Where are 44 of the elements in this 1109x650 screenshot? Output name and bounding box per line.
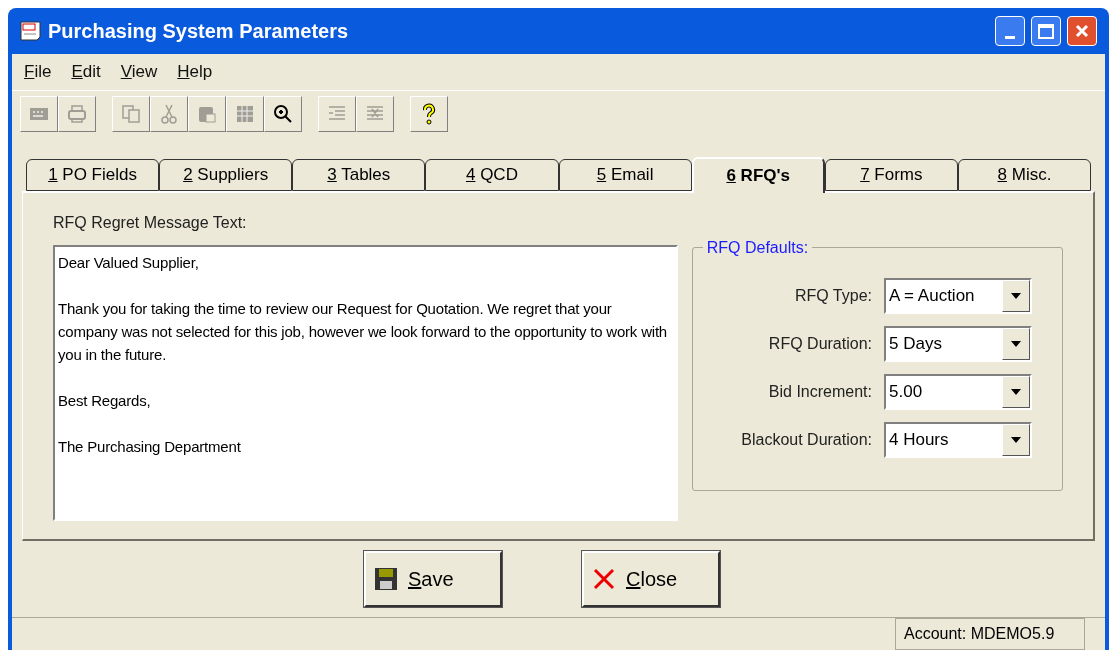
field-label: RFQ Regret Message Text:	[53, 213, 248, 233]
toolbar-button[interactable]	[264, 96, 302, 132]
copy-icon	[119, 102, 143, 126]
tab[interactable]: 1 PO Fields	[26, 159, 160, 191]
tab[interactable]: 3 Tables	[292, 159, 426, 191]
app-icon	[20, 21, 42, 41]
dropdown-arrow-icon	[1011, 437, 1021, 443]
message-paragraph: Best Regards,	[58, 391, 152, 411]
field-label: Blackout Duration:	[741, 430, 872, 450]
dropdown-arrow-icon	[1011, 293, 1021, 299]
menu-item[interactable]: File	[24, 59, 52, 85]
message-paragraph: Thank you for taking the time to review our Request for Quotation. We regret that your company was not selected for this job, however we look forward to the opportunity to work with you in the future.	[58, 299, 668, 365]
dropdown[interactable]: 5 Days	[884, 326, 1032, 362]
close-button[interactable]: Close	[582, 551, 720, 607]
dropdown-arrow-icon	[1011, 341, 1021, 347]
menu-item[interactable]: Edit	[71, 59, 101, 85]
dropdown[interactable]: 5.00	[884, 374, 1032, 410]
tab[interactable]: 7 Forms	[824, 159, 958, 191]
dropdown-arrow-icon	[1011, 389, 1021, 395]
account-status: Account: MDEMO5.9	[895, 618, 1085, 650]
dropdown[interactable]: 4 Hours	[884, 422, 1032, 458]
toolbar-button[interactable]	[410, 96, 448, 132]
tab[interactable]: 5 Email	[558, 159, 692, 191]
message-text-area[interactable]	[53, 245, 678, 521]
tab[interactable]: 8 Misc.	[957, 159, 1092, 191]
menu-item[interactable]: Help	[177, 59, 213, 85]
close-button[interactable]	[1067, 16, 1097, 46]
tab[interactable]: 6 RFQ's	[691, 157, 825, 193]
field-label: RFQ Type:	[794, 286, 872, 306]
minimize-button[interactable]	[995, 16, 1025, 46]
close-icon	[1074, 23, 1090, 39]
tab[interactable]: 2 Suppliers	[159, 159, 293, 191]
menu-item[interactable]: View	[120, 59, 158, 85]
dropdown[interactable]: A = Auction	[884, 278, 1032, 314]
field-label: RFQ Duration:	[768, 334, 872, 354]
printer-icon	[65, 102, 89, 126]
tab[interactable]: 4 QCD	[425, 159, 559, 191]
save-button[interactable]: Save	[364, 551, 502, 607]
message-paragraph: Dear Valued Supplier,	[58, 253, 200, 273]
field-label: Bid Increment:	[768, 382, 872, 402]
close-icon	[592, 567, 616, 591]
maximize-button[interactable]	[1031, 16, 1061, 46]
message-paragraph: The Purchasing Department	[58, 437, 242, 457]
window-title: Purchasing System Parameters	[48, 19, 350, 44]
